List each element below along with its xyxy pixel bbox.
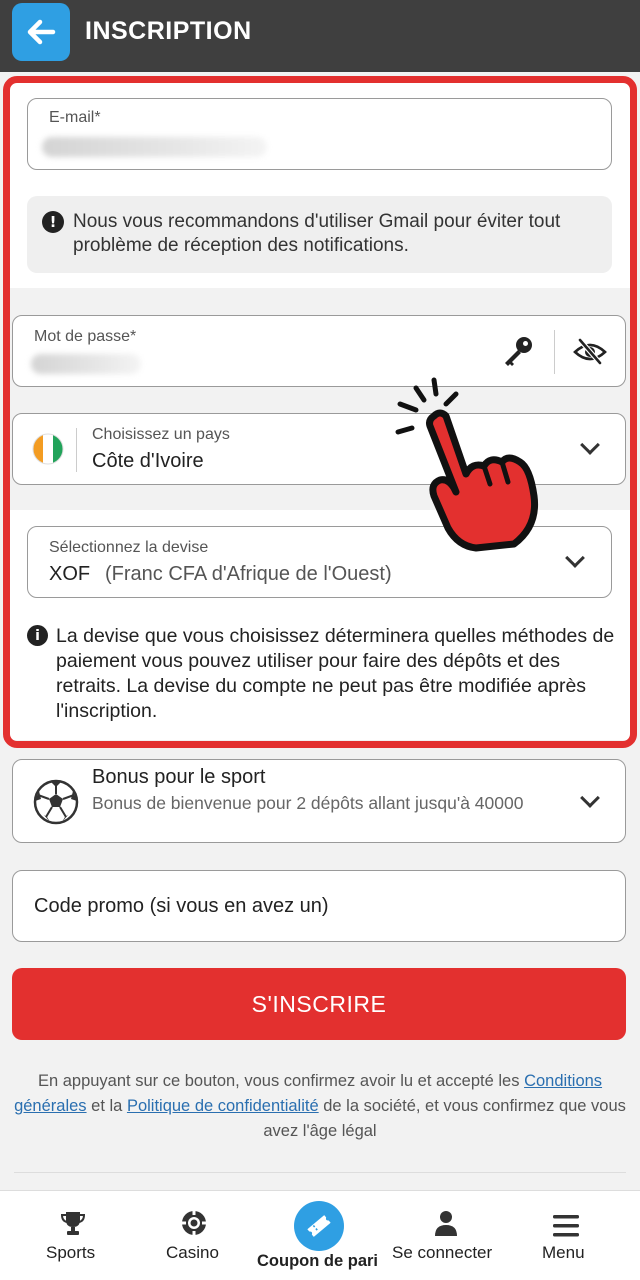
bonus-title: Bonus pour le sport [92,766,266,788]
user-icon [435,1211,457,1236]
promo-code-input[interactable]: Code promo (si vous en avez un) [12,870,626,942]
chevron-down-icon [580,788,600,808]
legal-part1: En appuyant sur ce bouton, vous confirme… [37,1072,520,1090]
arrow-left-icon [27,19,56,45]
nav-login-label: Se connecter [392,1243,493,1262]
privacy-link[interactable]: Politique de confidentialité [127,1097,319,1115]
nav-login[interactable]: Se connecter [388,1191,504,1280]
trophy-icon [60,1212,86,1235]
header-bar: INSCRIPTION [0,0,640,72]
divider [14,1172,626,1173]
nav-casino[interactable]: Casino [140,1191,250,1280]
back-button[interactable] [12,3,70,61]
nav-sports[interactable]: Sports [18,1191,128,1280]
nav-coupon-label: Coupon de pari [257,1252,378,1270]
register-button[interactable]: S'INSCRIRE [12,968,626,1040]
coupon-icon-bg [294,1201,344,1251]
legal-text: En appuyant sur ce bouton, vous confirme… [14,1069,626,1144]
nav-coupon[interactable]: Coupon de pari [254,1191,384,1280]
hamburger-menu-icon [553,1215,579,1237]
nav-menu[interactable]: Menu [516,1191,616,1280]
bonus-subtitle: Bonus de bienvenue pour 2 dépôts allant … [92,793,524,813]
nav-sports-label: Sports [46,1243,96,1262]
soccer-ball-icon [33,779,79,825]
casino-chip-icon [182,1211,206,1235]
legal-part2: et la [91,1097,123,1115]
nav-casino-label: Casino [166,1243,219,1262]
ticket-icon [307,1215,331,1237]
bottom-nav: Sports Casino Coupon de pari Se connecte… [0,1190,640,1280]
bonus-select[interactable]: Bonus pour le sport Bonus de bienvenue p… [12,759,626,843]
promo-code-placeholder: Code promo (si vous en avez un) [34,895,329,917]
page-title: INSCRIPTION [85,17,252,45]
pointing-hand-icon [395,377,539,552]
nav-menu-label: Menu [542,1243,585,1262]
